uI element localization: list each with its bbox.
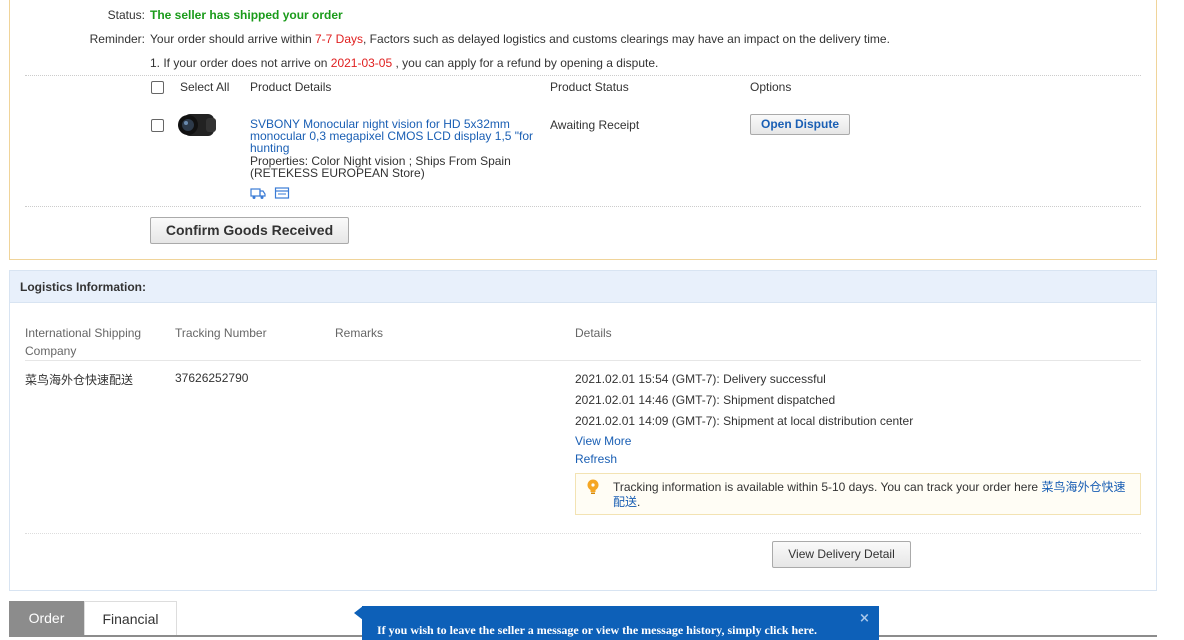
company-header: International Shipping xyxy=(25,326,142,340)
logistics-panel: Logistics Information: International Shi… xyxy=(9,270,1157,591)
tracking-header: Tracking Number xyxy=(175,326,267,340)
select-all-checkbox[interactable] xyxy=(151,81,164,94)
details-header: Details xyxy=(575,326,612,340)
open-dispute-button[interactable]: Open Dispute xyxy=(750,114,850,135)
product-checkbox[interactable] xyxy=(151,119,164,132)
reminder-label: Reminder: xyxy=(89,32,145,46)
logistics-header: Logistics Information: xyxy=(10,271,1156,303)
tab-order[interactable]: Order xyxy=(9,601,84,637)
status-value: The seller has shipped your order xyxy=(150,8,343,22)
divider xyxy=(25,75,1141,76)
tracking-tip: Tracking information is available within… xyxy=(575,473,1141,515)
refresh-link[interactable]: Refresh xyxy=(575,452,617,466)
popup-message-text[interactable]: If you wish to leave the seller a messag… xyxy=(377,623,817,638)
reminder-days: 7-7 Days xyxy=(314,32,364,46)
snapshot-icon[interactable] xyxy=(274,186,290,200)
product-store: (RETEKESS EUROPEAN Store) xyxy=(250,166,425,180)
tracking-event: 2021.02.01 14:46 (GMT-7): Shipment dispa… xyxy=(575,393,836,407)
product-details-header: Product Details xyxy=(250,80,332,94)
product-status: Awaiting Receipt xyxy=(550,118,640,132)
tip-carrier-link[interactable]: 菜鸟海外仓快速 xyxy=(1041,480,1125,494)
seller-message-popup[interactable]: If you wish to leave the seller a messag… xyxy=(354,606,879,640)
view-delivery-detail-button[interactable]: View Delivery Detail xyxy=(772,541,911,568)
refund-date: 2021-03-05 xyxy=(330,56,393,70)
reminder-text: Your order should arrive within 7-7 Days… xyxy=(150,32,890,46)
tab-financial[interactable]: Financial xyxy=(84,601,177,637)
status-label: Status: xyxy=(107,8,145,22)
tip-text: Tracking information is available within… xyxy=(613,480,1126,509)
close-icon[interactable]: × xyxy=(859,611,870,626)
shipping-company: 菜鸟海外仓快速配送 xyxy=(25,373,134,387)
product-title-link[interactable]: SVBONY Monocular night vision for HD 5x3… xyxy=(250,118,540,154)
divider xyxy=(25,533,1141,534)
shipping-truck-icon[interactable] xyxy=(250,186,266,200)
refund-note: 1. If your order does not arrive on 2021… xyxy=(150,56,659,70)
tracking-number: 37626252790 xyxy=(175,371,249,385)
remarks-header: Remarks xyxy=(335,326,384,340)
order-summary-panel: Status: The seller has shipped your orde… xyxy=(9,0,1157,260)
select-all-label: Select All xyxy=(180,80,230,94)
tracking-event: 2021.02.01 15:54 (GMT-7): Delivery succe… xyxy=(575,372,826,386)
divider xyxy=(25,206,1141,207)
options-header: Options xyxy=(750,80,792,94)
company-header-line2: Company xyxy=(25,344,77,358)
confirm-goods-received-button[interactable]: Confirm Goods Received xyxy=(150,217,349,244)
view-more-link[interactable]: View More xyxy=(575,434,631,448)
tracking-event: 2021.02.01 14:09 (GMT-7): Shipment at lo… xyxy=(575,414,914,428)
popup-pointer-icon xyxy=(354,606,363,620)
product-thumbnail[interactable] xyxy=(176,108,220,142)
tip-carrier-link-line2[interactable]: 配送 xyxy=(613,495,637,509)
lightbulb-icon xyxy=(587,479,599,494)
logistics-title: Logistics Information: xyxy=(20,280,146,294)
divider xyxy=(25,360,1141,361)
product-status-header: Product Status xyxy=(550,80,629,94)
